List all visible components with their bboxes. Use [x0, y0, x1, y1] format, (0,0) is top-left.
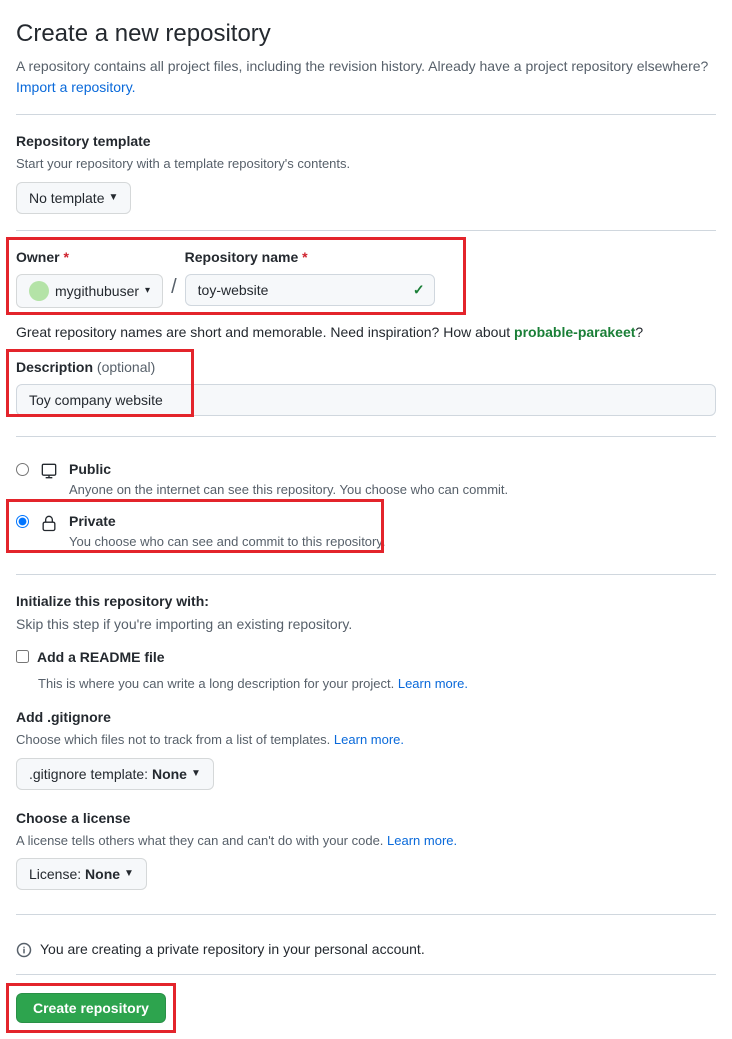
- visibility-private-row[interactable]: Private You choose who can see and commi…: [16, 505, 716, 558]
- info-icon: [16, 942, 32, 958]
- description-input[interactable]: [16, 384, 716, 416]
- template-dropdown[interactable]: No template ▼: [16, 182, 131, 214]
- caret-down-icon: ▼: [124, 864, 134, 884]
- repo-icon: [39, 461, 59, 487]
- license-learn-more-link[interactable]: Learn more.: [387, 833, 457, 848]
- public-radio[interactable]: [16, 463, 29, 476]
- divider: [16, 436, 716, 437]
- gitignore-desc: Choose which files not to track from a l…: [16, 730, 716, 750]
- caret-down-icon: ▾: [145, 281, 150, 301]
- readme-checkbox[interactable]: [16, 650, 29, 663]
- private-notice: You are creating a private repository in…: [16, 931, 716, 968]
- template-label: Repository template: [16, 131, 716, 152]
- gitignore-dropdown[interactable]: .gitignore template: None ▼: [16, 758, 214, 790]
- public-title: Public: [69, 459, 508, 480]
- required-asterisk: *: [302, 249, 307, 265]
- description-label: Description: [16, 359, 93, 375]
- optional-label: (optional): [97, 359, 155, 375]
- private-radio[interactable]: [16, 515, 29, 528]
- create-repository-button[interactable]: Create repository: [16, 993, 166, 1023]
- name-suggestion[interactable]: probable-parakeet: [514, 324, 635, 340]
- template-help: Start your repository with a template re…: [16, 154, 716, 174]
- divider: [16, 230, 716, 231]
- license-desc: A license tells others what they can and…: [16, 831, 716, 851]
- init-title: Initialize this repository with:: [16, 591, 716, 612]
- readme-title: Add a README file: [37, 647, 165, 668]
- public-desc: Anyone on the internet can see this repo…: [69, 480, 508, 500]
- name-hint: Great repository names are short and mem…: [16, 322, 716, 343]
- divider: [16, 574, 716, 575]
- caret-down-icon: ▼: [108, 188, 118, 208]
- readme-learn-more-link[interactable]: Learn more.: [398, 676, 468, 691]
- divider: [16, 974, 716, 975]
- gitignore-title: Add .gitignore: [16, 707, 716, 728]
- private-desc: You choose who can see and commit to thi…: [69, 532, 386, 552]
- page-title: Create a new repository: [16, 16, 716, 52]
- private-title: Private: [69, 511, 386, 532]
- slash-separator: /: [171, 272, 177, 308]
- import-repository-link[interactable]: Import a repository.: [16, 79, 136, 95]
- owner-dropdown[interactable]: mygithubuser▾: [16, 274, 163, 308]
- lock-icon: [39, 513, 59, 539]
- page-subhead: A repository contains all project files,…: [16, 56, 716, 98]
- owner-label: Owner: [16, 249, 60, 265]
- divider: [16, 114, 716, 115]
- init-skip: Skip this step if you're importing an ex…: [16, 614, 716, 635]
- template-section: Repository template Start your repositor…: [16, 131, 716, 214]
- avatar: [29, 281, 49, 301]
- divider: [16, 914, 716, 915]
- readme-desc: This is where you can write a long descr…: [38, 674, 716, 694]
- repo-name-label: Repository name: [185, 249, 299, 265]
- visibility-public-row[interactable]: Public Anyone on the internet can see th…: [16, 453, 716, 506]
- repo-name-input[interactable]: [185, 274, 435, 306]
- caret-down-icon: ▼: [191, 764, 201, 784]
- license-dropdown[interactable]: License: None ▼: [16, 858, 147, 890]
- license-title: Choose a license: [16, 808, 716, 829]
- gitignore-learn-more-link[interactable]: Learn more.: [334, 732, 404, 747]
- check-icon: ✓: [413, 279, 425, 300]
- required-asterisk: *: [63, 249, 68, 265]
